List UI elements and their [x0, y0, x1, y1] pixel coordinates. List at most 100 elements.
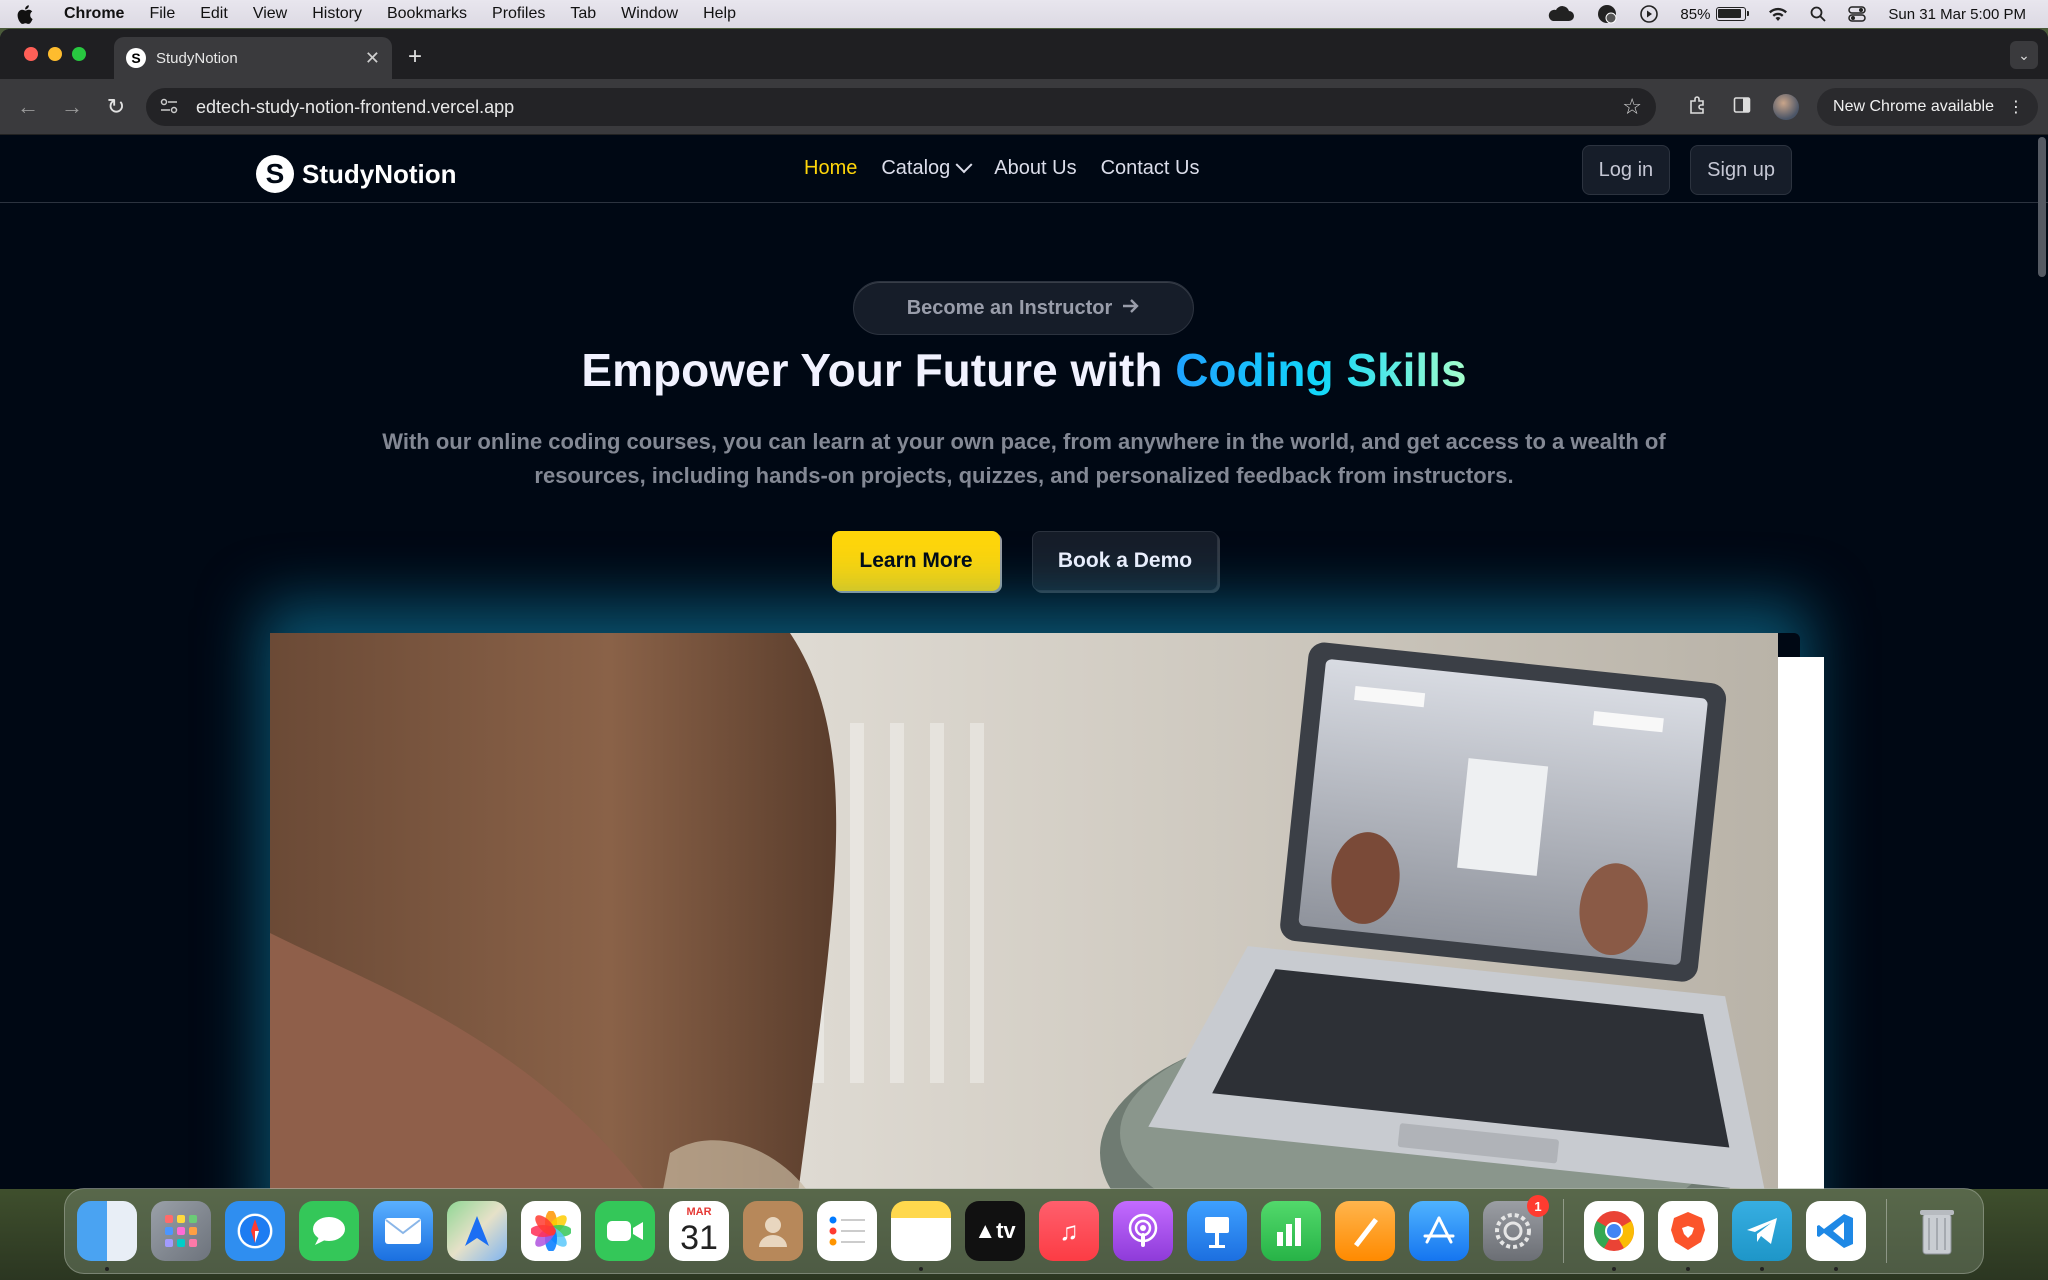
- close-tab-icon[interactable]: ✕: [365, 48, 380, 69]
- messages-icon[interactable]: [299, 1201, 359, 1261]
- signup-button[interactable]: Sign up: [1690, 145, 1792, 195]
- menu-app-name[interactable]: Chrome: [64, 5, 124, 23]
- calendar-icon[interactable]: MAR 31: [669, 1201, 729, 1261]
- logo-text: StudyNotion: [302, 158, 457, 189]
- numbers-icon[interactable]: [1261, 1201, 1321, 1261]
- site-logo[interactable]: S StudyNotion: [256, 155, 457, 193]
- running-indicator: [1612, 1267, 1616, 1271]
- podcasts-icon[interactable]: [1113, 1201, 1173, 1261]
- chrome-update-button[interactable]: New Chrome available ⋮: [1817, 88, 2038, 126]
- browser-toolbar: ← → ↻ edtech-study-notion-frontend.verce…: [0, 79, 2048, 135]
- nav-contact-link[interactable]: Contact Us: [1101, 157, 1200, 180]
- wifi-icon[interactable]: [1768, 6, 1788, 22]
- bookmark-star-icon[interactable]: ☆: [1622, 94, 1642, 120]
- contacts-icon[interactable]: [743, 1201, 803, 1261]
- hero-headline: Empower Your Future with Coding Skills: [0, 343, 2048, 397]
- keynote-icon[interactable]: [1187, 1201, 1247, 1261]
- finder-icon[interactable]: [77, 1201, 137, 1271]
- facetime-icon[interactable]: [595, 1201, 655, 1261]
- browser-window: S StudyNotion ✕ + ⌄ ← → ↻ edtech-study-n…: [0, 29, 2048, 1189]
- nav-links: Home Catalog About Us Contact Us: [804, 155, 1200, 180]
- tab-title: StudyNotion: [156, 49, 238, 67]
- chrome-icon[interactable]: [1584, 1201, 1644, 1271]
- cloud-icon[interactable]: [1546, 6, 1575, 22]
- chevron-down-icon: [955, 155, 973, 173]
- browser-tab[interactable]: S StudyNotion ✕: [114, 37, 392, 79]
- hero-video-container: [270, 633, 1824, 1189]
- apple-menu-icon[interactable]: [16, 4, 34, 24]
- battery-fill: [1718, 9, 1741, 18]
- system-settings-icon[interactable]: 1: [1483, 1195, 1549, 1261]
- battery-percent: 85%: [1680, 5, 1711, 23]
- tab-strip: S StudyNotion ✕ + ⌄: [0, 29, 2048, 79]
- menu-bookmarks[interactable]: Bookmarks: [387, 5, 467, 23]
- chrome-update-label: New Chrome available: [1833, 98, 1994, 115]
- macos-dock: MAR 31 ▲tv ♫ 1: [64, 1188, 1984, 1274]
- apple-tv-icon[interactable]: ▲tv: [965, 1201, 1025, 1261]
- brave-icon[interactable]: [1658, 1201, 1718, 1271]
- menu-help[interactable]: Help: [703, 5, 736, 23]
- web-page: S StudyNotion Home Catalog About Us Cont…: [0, 135, 2048, 1189]
- control-center-icon[interactable]: [1848, 6, 1867, 22]
- reminders-icon[interactable]: [817, 1201, 877, 1261]
- forward-button[interactable]: →: [50, 94, 94, 120]
- vscode-icon[interactable]: [1806, 1201, 1866, 1271]
- battery-indicator[interactable]: 85%: [1680, 5, 1750, 23]
- trash-icon[interactable]: [1907, 1201, 1967, 1261]
- reload-button[interactable]: ↻: [94, 94, 138, 120]
- sync-icon[interactable]: [1596, 3, 1618, 25]
- close-window-button[interactable]: [24, 47, 38, 61]
- headline-prefix: Empower Your Future with: [581, 344, 1163, 396]
- address-bar[interactable]: edtech-study-notion-frontend.vercel.app …: [146, 88, 1656, 126]
- video-frame-illustration: [270, 633, 1778, 1189]
- nav-about-link[interactable]: About Us: [994, 157, 1076, 180]
- search-icon[interactable]: [1810, 6, 1827, 22]
- zoom-window-button[interactable]: [72, 47, 86, 61]
- hero-video[interactable]: [270, 633, 1778, 1189]
- menu-tab[interactable]: Tab: [570, 5, 596, 23]
- play-icon[interactable]: [1640, 5, 1659, 23]
- tab-favicon: S: [126, 48, 146, 68]
- nav-catalog-label: Catalog: [881, 157, 951, 179]
- menu-edit[interactable]: Edit: [200, 5, 228, 23]
- side-panel-icon[interactable]: [1729, 96, 1755, 119]
- page-scrollbar[interactable]: [2038, 137, 2046, 277]
- toolbar-actions: New Chrome available ⋮: [1685, 88, 2038, 126]
- profile-avatar[interactable]: [1773, 94, 1800, 120]
- menu-view[interactable]: View: [253, 5, 287, 23]
- window-controls: [24, 47, 86, 61]
- nav-home-link[interactable]: Home: [804, 157, 857, 180]
- calendar-day: 31: [680, 1219, 718, 1257]
- tab-search-button[interactable]: ⌄: [2010, 41, 2038, 69]
- mail-icon[interactable]: [373, 1201, 433, 1261]
- site-info-icon[interactable]: [160, 98, 182, 117]
- pages-icon[interactable]: [1335, 1201, 1395, 1261]
- login-button[interactable]: Log in: [1581, 145, 1671, 195]
- book-demo-button[interactable]: Book a Demo: [1032, 531, 1218, 591]
- music-icon[interactable]: ♫: [1039, 1201, 1099, 1261]
- safari-icon[interactable]: [225, 1201, 285, 1261]
- back-button[interactable]: ←: [6, 94, 50, 120]
- maps-icon[interactable]: [447, 1201, 507, 1261]
- photos-icon[interactable]: [521, 1201, 581, 1261]
- learn-more-button[interactable]: Learn More: [832, 531, 1000, 591]
- kebab-menu-icon[interactable]: ⋮: [2008, 97, 2024, 117]
- extensions-icon[interactable]: [1685, 95, 1711, 120]
- menu-history[interactable]: History: [312, 5, 362, 23]
- menu-file[interactable]: File: [149, 5, 175, 23]
- menu-window[interactable]: Window: [621, 5, 678, 23]
- arrow-right-icon: [1122, 297, 1140, 320]
- menubar-status-area: 85% Sun 31 Mar 5:00 PM: [1546, 0, 2026, 28]
- menubar-clock[interactable]: Sun 31 Mar 5:00 PM: [1888, 6, 2026, 23]
- minimize-window-button[interactable]: [48, 47, 62, 61]
- auth-buttons: Log in Sign up: [1581, 145, 1792, 195]
- menu-profiles[interactable]: Profiles: [492, 5, 545, 23]
- notes-icon[interactable]: [891, 1201, 951, 1271]
- telegram-icon[interactable]: [1732, 1201, 1792, 1271]
- nav-catalog-dropdown[interactable]: Catalog: [881, 155, 973, 180]
- become-instructor-button[interactable]: Become an Instructor: [853, 281, 1194, 335]
- app-store-icon[interactable]: [1409, 1201, 1469, 1261]
- new-tab-button[interactable]: +: [408, 43, 422, 71]
- hero-subtext: With our online coding courses, you can …: [382, 429, 1666, 488]
- launchpad-icon[interactable]: [151, 1201, 211, 1261]
